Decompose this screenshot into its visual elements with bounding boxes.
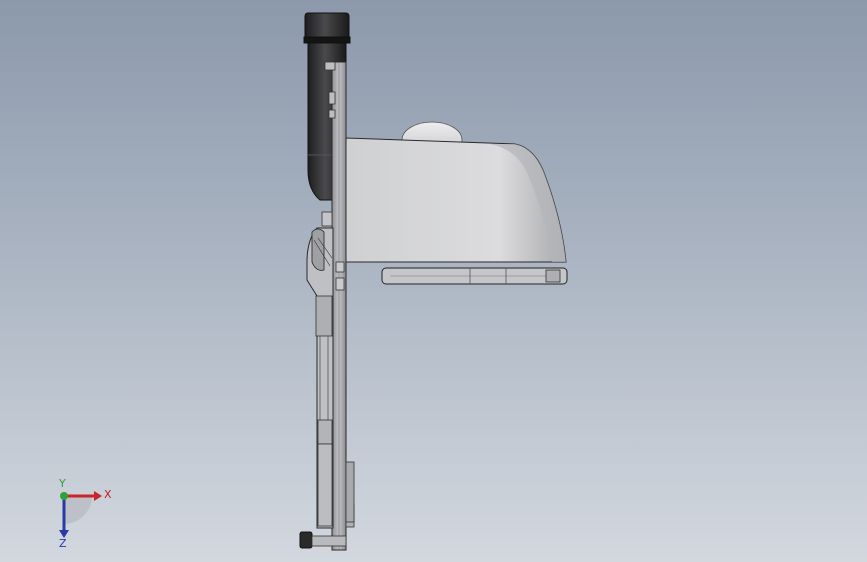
under-tray[interactable] bbox=[381, 267, 568, 285]
model-view[interactable] bbox=[0, 0, 867, 562]
main-housing[interactable] bbox=[345, 121, 567, 263]
graphics-viewport[interactable]: X Y Z bbox=[0, 0, 867, 562]
x-axis-label: X bbox=[104, 488, 112, 501]
lower-column[interactable] bbox=[306, 211, 334, 529]
y-axis-dot bbox=[60, 492, 68, 500]
x-axis-arrowhead bbox=[94, 491, 102, 501]
z-axis-label: Z bbox=[59, 537, 67, 548]
coordinate-triad: X Y Z bbox=[58, 478, 112, 548]
y-axis-label: Y bbox=[58, 478, 66, 490]
